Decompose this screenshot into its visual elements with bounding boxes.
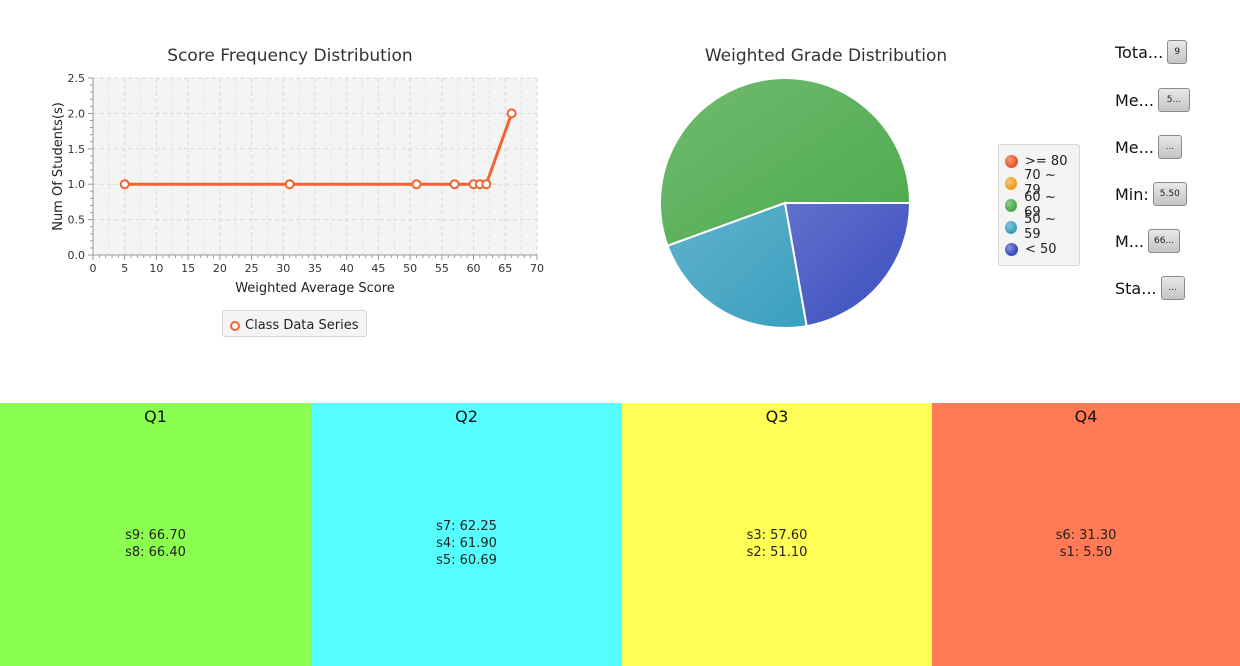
- x-tick-label: 65: [498, 262, 512, 275]
- series-marker-icon: [230, 320, 240, 331]
- quartile-panel-q4: Q4 s6: 31.30 s1: 5.50: [932, 403, 1240, 666]
- pie-slice[interactable]: [783, 202, 912, 328]
- quartile-student-list: s7: 62.25 s4: 61.90 s5: 60.69: [311, 403, 622, 666]
- data-point[interactable]: [449, 179, 460, 190]
- legend-swatch-icon: [1005, 242, 1018, 256]
- quartile-panel-q2: Q2 s7: 62.25 s4: 61.90 s5: 60.69: [311, 403, 622, 666]
- stat-label: Tota...: [1115, 42, 1164, 62]
- list-item: s1: 5.50: [1059, 544, 1113, 560]
- line-chart-legend: Class Data Series: [222, 310, 368, 337]
- list-item: s6: 31.30: [1055, 527, 1117, 543]
- line-chart-title: Score Frequency Distribution: [167, 46, 413, 66]
- stat-value-field[interactable]: 5...: [1157, 88, 1190, 112]
- pie-legend-label: 50 ~ 59: [1024, 212, 1056, 242]
- stat-label: Sta...: [1115, 278, 1157, 298]
- x-tick-label: 20: [213, 262, 227, 275]
- list-item: s4: 61.90: [436, 536, 497, 551]
- data-point[interactable]: [411, 179, 422, 190]
- stat-label: M...: [1115, 231, 1145, 251]
- stat-row: Tota... 9: [1115, 40, 1188, 64]
- legend-series-label: Class Data Series: [245, 318, 359, 333]
- stat-row: Me......: [1115, 135, 1182, 159]
- x-tick-label: 10: [149, 262, 163, 275]
- pie-chart: [659, 77, 912, 329]
- x-axis-label: Weighted Average Score: [235, 281, 395, 296]
- stat-value-field[interactable]: 5.50: [1152, 182, 1187, 206]
- line-chart: 0 5 10 15 20 25 30 35 40 45 50 55 60 65 70 0.0 0.5 1.0 1.5…: [51, 72, 544, 296]
- quartile-panel-q1: Q1 s9: 66.70 s8: 66.40: [0, 403, 311, 666]
- x-tick-label: 50: [403, 262, 417, 275]
- data-point[interactable]: [506, 108, 517, 119]
- pie-legend-label: >= 80: [1025, 153, 1068, 169]
- x-tick-label: 40: [340, 262, 354, 275]
- stat-row: M... 66...: [1115, 229, 1181, 253]
- quartile-student-list: s6: 31.30 s1: 5.50: [932, 403, 1240, 666]
- legend-swatch-icon: [1005, 154, 1018, 168]
- quartile-student-list: s9: 66.70 s8: 66.40: [0, 403, 311, 666]
- x-tick-label: 5: [121, 262, 128, 275]
- legend-swatch-icon: [1005, 220, 1018, 234]
- pie-chart-legend: >= 80 70 ~ 79 60 ~ 69 50 ~ 59 < 50: [998, 144, 1080, 266]
- x-tick-label: 70: [530, 262, 544, 275]
- y-tick-label: 2.5: [68, 72, 86, 85]
- pie-legend-item: 50 ~ 59: [1005, 212, 1073, 242]
- stat-row: Me... 5...: [1115, 88, 1190, 112]
- stat-value-field[interactable]: ...: [1157, 135, 1182, 159]
- x-tick-label: 0: [90, 262, 97, 275]
- pie-legend-label: < 50: [1025, 241, 1057, 257]
- stat-label: Min:: [1115, 184, 1149, 204]
- y-tick-label: 1.5: [68, 143, 86, 156]
- x-tick-label: 55: [435, 262, 449, 275]
- x-tick-label: 35: [308, 262, 322, 275]
- stat-value-field[interactable]: ...: [1160, 276, 1185, 300]
- x-tick-label: 45: [371, 262, 385, 275]
- x-tick-label: 30: [276, 262, 290, 275]
- stat-label: Me...: [1115, 137, 1154, 157]
- x-tick-label: 25: [245, 262, 259, 275]
- quartile-student-list: s3: 57.60 s2: 51.10: [622, 403, 932, 666]
- stat-row: Min: 5.50: [1115, 182, 1187, 206]
- pie-chart-title: Weighted Grade Distribution: [704, 46, 948, 66]
- x-tick-label: 60: [467, 262, 481, 275]
- list-item: s5: 60.69: [436, 553, 497, 568]
- list-item: s2: 51.10: [746, 544, 808, 560]
- stat-row: Sta......: [1115, 276, 1185, 300]
- y-tick-label: 1.0: [68, 178, 86, 191]
- list-item: s3: 57.60: [746, 527, 808, 543]
- list-item: s8: 66.40: [125, 544, 186, 560]
- data-point[interactable]: [119, 179, 130, 190]
- x-tick-label: 15: [181, 262, 195, 275]
- list-item: s9: 66.70: [125, 527, 186, 543]
- y-tick-label: 0.0: [68, 249, 86, 262]
- list-item: s7: 62.25: [436, 519, 497, 534]
- y-axis-label: Num Of Students(s): [51, 102, 66, 231]
- data-point[interactable]: [284, 179, 295, 190]
- quartile-panel-q3: Q3 s3: 57.60 s2: 51.10: [622, 403, 932, 666]
- y-tick-label: 2.0: [68, 107, 86, 120]
- stat-label: Me...: [1115, 90, 1154, 110]
- stat-value-field[interactable]: 9: [1167, 40, 1188, 64]
- data-point[interactable]: [481, 179, 492, 190]
- stat-value-field[interactable]: 66...: [1148, 229, 1181, 253]
- legend-swatch-icon: [1005, 176, 1018, 190]
- legend-swatch-icon: [1005, 198, 1018, 212]
- y-tick-label: 0.5: [68, 214, 86, 227]
